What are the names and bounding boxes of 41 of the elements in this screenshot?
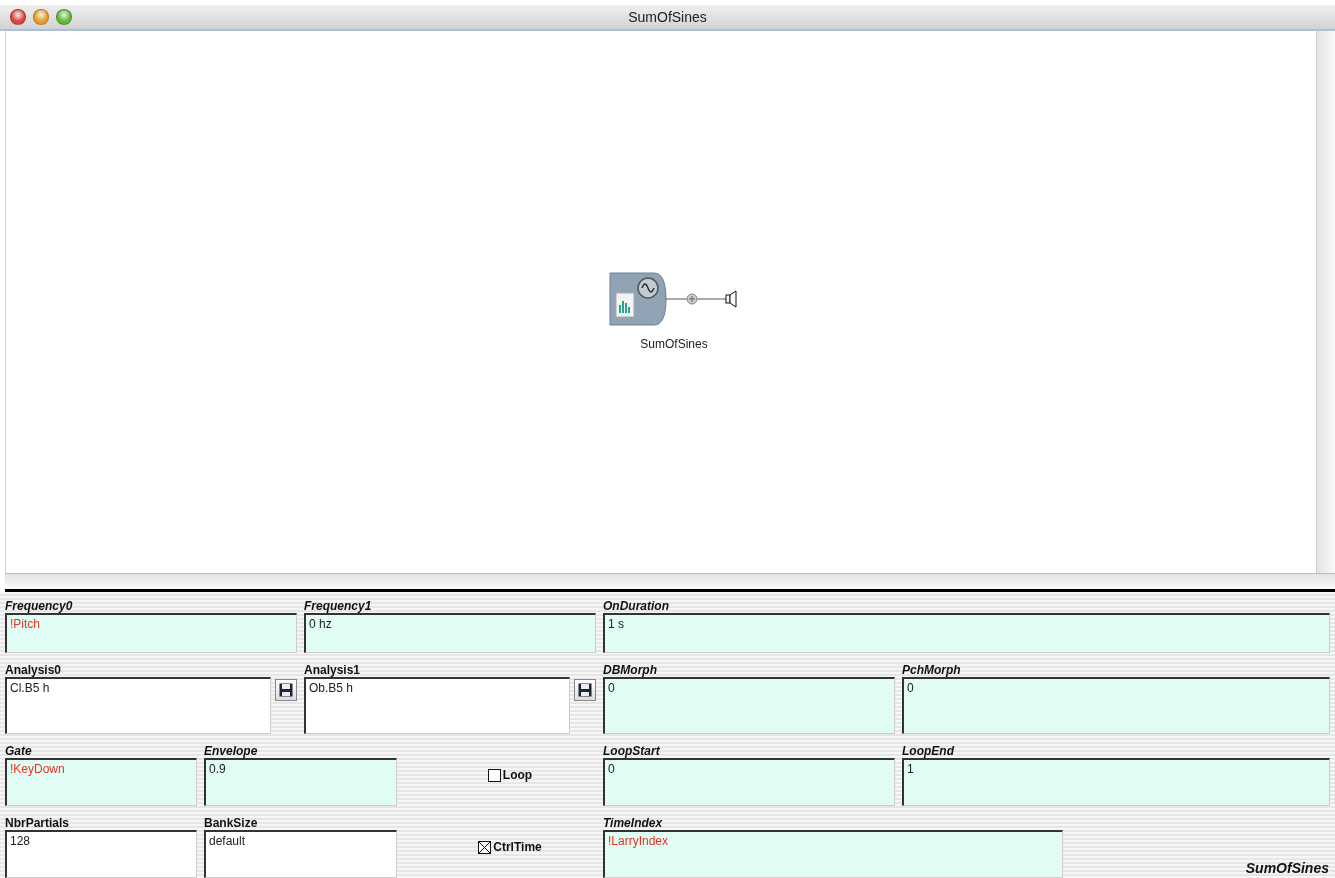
parameter-label: TimeIndex [603, 816, 664, 830]
zoom-button[interactable] [56, 8, 72, 25]
cross-icon [479, 841, 491, 853]
parameter-field[interactable]: 128 [5, 830, 197, 878]
parameter-label: PchMorph [902, 663, 962, 677]
window-title: SumOfSines [628, 8, 707, 25]
parameter-label: Frequency0 [5, 599, 74, 613]
parameter-field[interactable]: Cl.B5 h [5, 677, 271, 734]
parameter-label: Envelope [204, 744, 259, 758]
parameter-field[interactable]: !KeyDown [5, 758, 197, 806]
vertical-scrollbar[interactable] [1316, 30, 1335, 574]
parameter-field[interactable]: !LarryIndex [603, 830, 1063, 878]
minimize-button[interactable] [33, 8, 49, 25]
parameter-label: Analysis0 [5, 663, 63, 677]
checkbox[interactable]: CtrlTime [478, 840, 542, 854]
parameter-label: Gate [5, 744, 33, 758]
parameter-label: LoopStart [603, 744, 661, 758]
parameter-field[interactable]: default [204, 830, 397, 878]
checkbox[interactable]: Loop [487, 768, 533, 782]
parameter-field[interactable]: 0 [902, 677, 1330, 734]
parameter-field[interactable]: 0 hz [304, 613, 596, 653]
horizontal-scrollbar[interactable] [5, 573, 1335, 592]
parameter-field[interactable]: Ob.B5 h [304, 677, 570, 734]
parameter-field[interactable]: 1 [902, 758, 1330, 806]
node-label: SumOfSines [640, 336, 708, 351]
parameter-field[interactable]: 0.9 [204, 758, 397, 806]
parameter-field[interactable]: 0 [603, 758, 895, 806]
parameter-field[interactable]: 0 [603, 677, 895, 734]
parameter-label: LoopEnd [902, 744, 956, 758]
save-button[interactable] [574, 679, 596, 701]
parameter-label: OnDuration [603, 599, 670, 613]
parameter-label: Frequency1 [304, 599, 373, 613]
parameter-label: BankSize [204, 816, 259, 830]
parameter-label: Analysis1 [304, 663, 362, 677]
save-button[interactable] [275, 679, 297, 701]
parameter-field[interactable]: !Pitch [5, 613, 297, 653]
parameter-label: DBMorph [603, 663, 658, 677]
close-button[interactable] [10, 8, 26, 25]
sound-name: SumOfSines [1245, 860, 1329, 876]
parameter-label: NbrPartials [5, 816, 71, 830]
parameter-field[interactable]: 1 s [603, 613, 1330, 653]
